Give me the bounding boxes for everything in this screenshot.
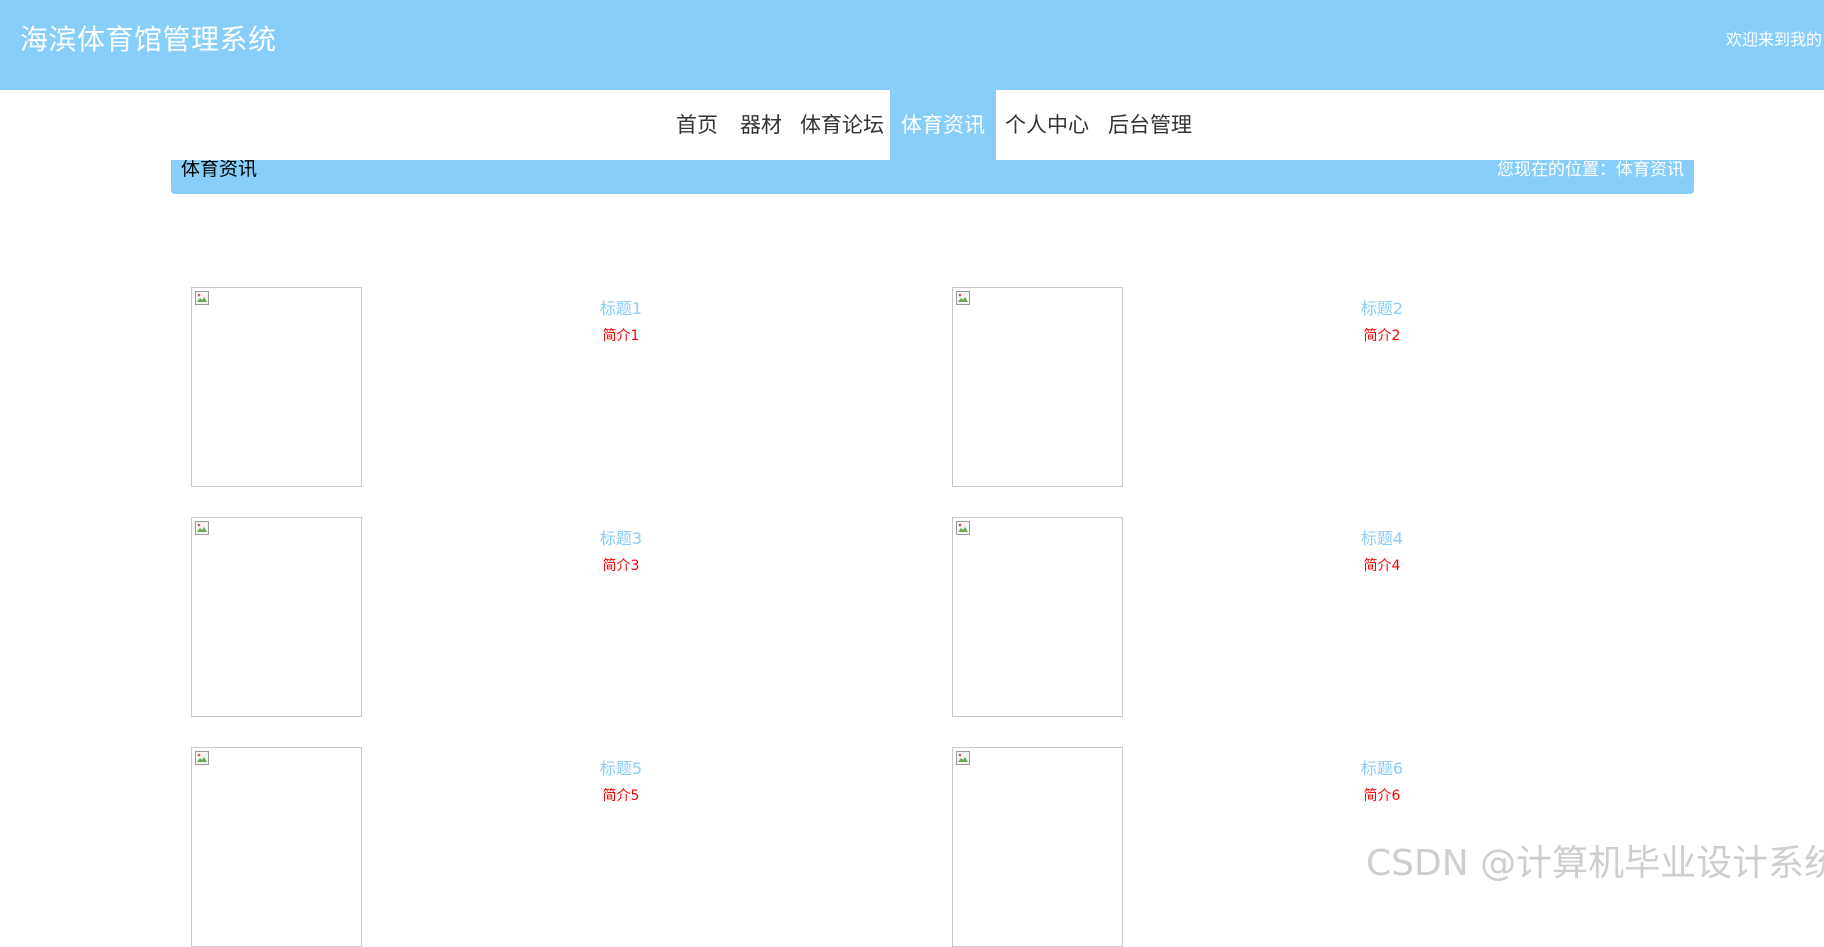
news-description: 简介2 [1363,328,1401,344]
news-title-link[interactable]: 标题3 [541,525,701,549]
news-description: 简介5 [602,788,640,804]
broken-image-icon [195,291,209,305]
main-nav: 首页 器材 体育论坛 体育资讯 个人中心 后台管理 [0,90,1824,160]
news-thumbnail[interactable] [952,517,1123,717]
site-title: 海滨体育馆管理系统 [20,23,277,56]
news-title-link[interactable]: 标题2 [1302,295,1462,319]
news-card: 标题2 简介2 [952,287,1712,487]
news-card: 标题3 简介3 [191,517,951,717]
news-thumbnail[interactable] [952,747,1123,947]
news-card: 标题6 简介6 [952,747,1712,947]
broken-image-icon [195,521,209,535]
nav-item-equipment[interactable]: 器材 [740,90,782,160]
news-thumbnail[interactable] [191,517,362,717]
news-description: 简介6 [1363,788,1401,804]
news-card: 标题4 简介4 [952,517,1712,717]
welcome-text: 欢迎来到我的 [1726,30,1823,49]
broken-image-icon [956,751,970,765]
news-thumbnail[interactable] [952,287,1123,487]
news-description: 简介3 [602,558,640,574]
broken-image-icon [956,291,970,305]
nav-item-personal-center[interactable]: 个人中心 [1005,90,1089,160]
news-description: 简介4 [1363,558,1401,574]
news-description: 简介1 [602,328,640,344]
broken-image-icon [195,751,209,765]
news-title-link[interactable]: 标题1 [541,295,701,319]
nav-item-forum[interactable]: 体育论坛 [800,90,884,160]
nav-item-home[interactable]: 首页 [676,90,718,160]
top-header: 海滨体育馆管理系统 欢迎来到我的 [0,0,1824,90]
nav-item-admin[interactable]: 后台管理 [1108,90,1192,160]
news-card: 标题5 简介5 [191,747,951,947]
news-title-link[interactable]: 标题5 [541,755,701,779]
broken-image-icon [956,521,970,535]
news-title-link[interactable]: 标题6 [1302,755,1462,779]
news-thumbnail[interactable] [191,287,362,487]
news-thumbnail[interactable] [191,747,362,947]
news-card: 标题1 简介1 [191,287,951,487]
nav-item-sports-news[interactable]: 体育资讯 [890,90,996,160]
news-title-link[interactable]: 标题4 [1302,525,1462,549]
